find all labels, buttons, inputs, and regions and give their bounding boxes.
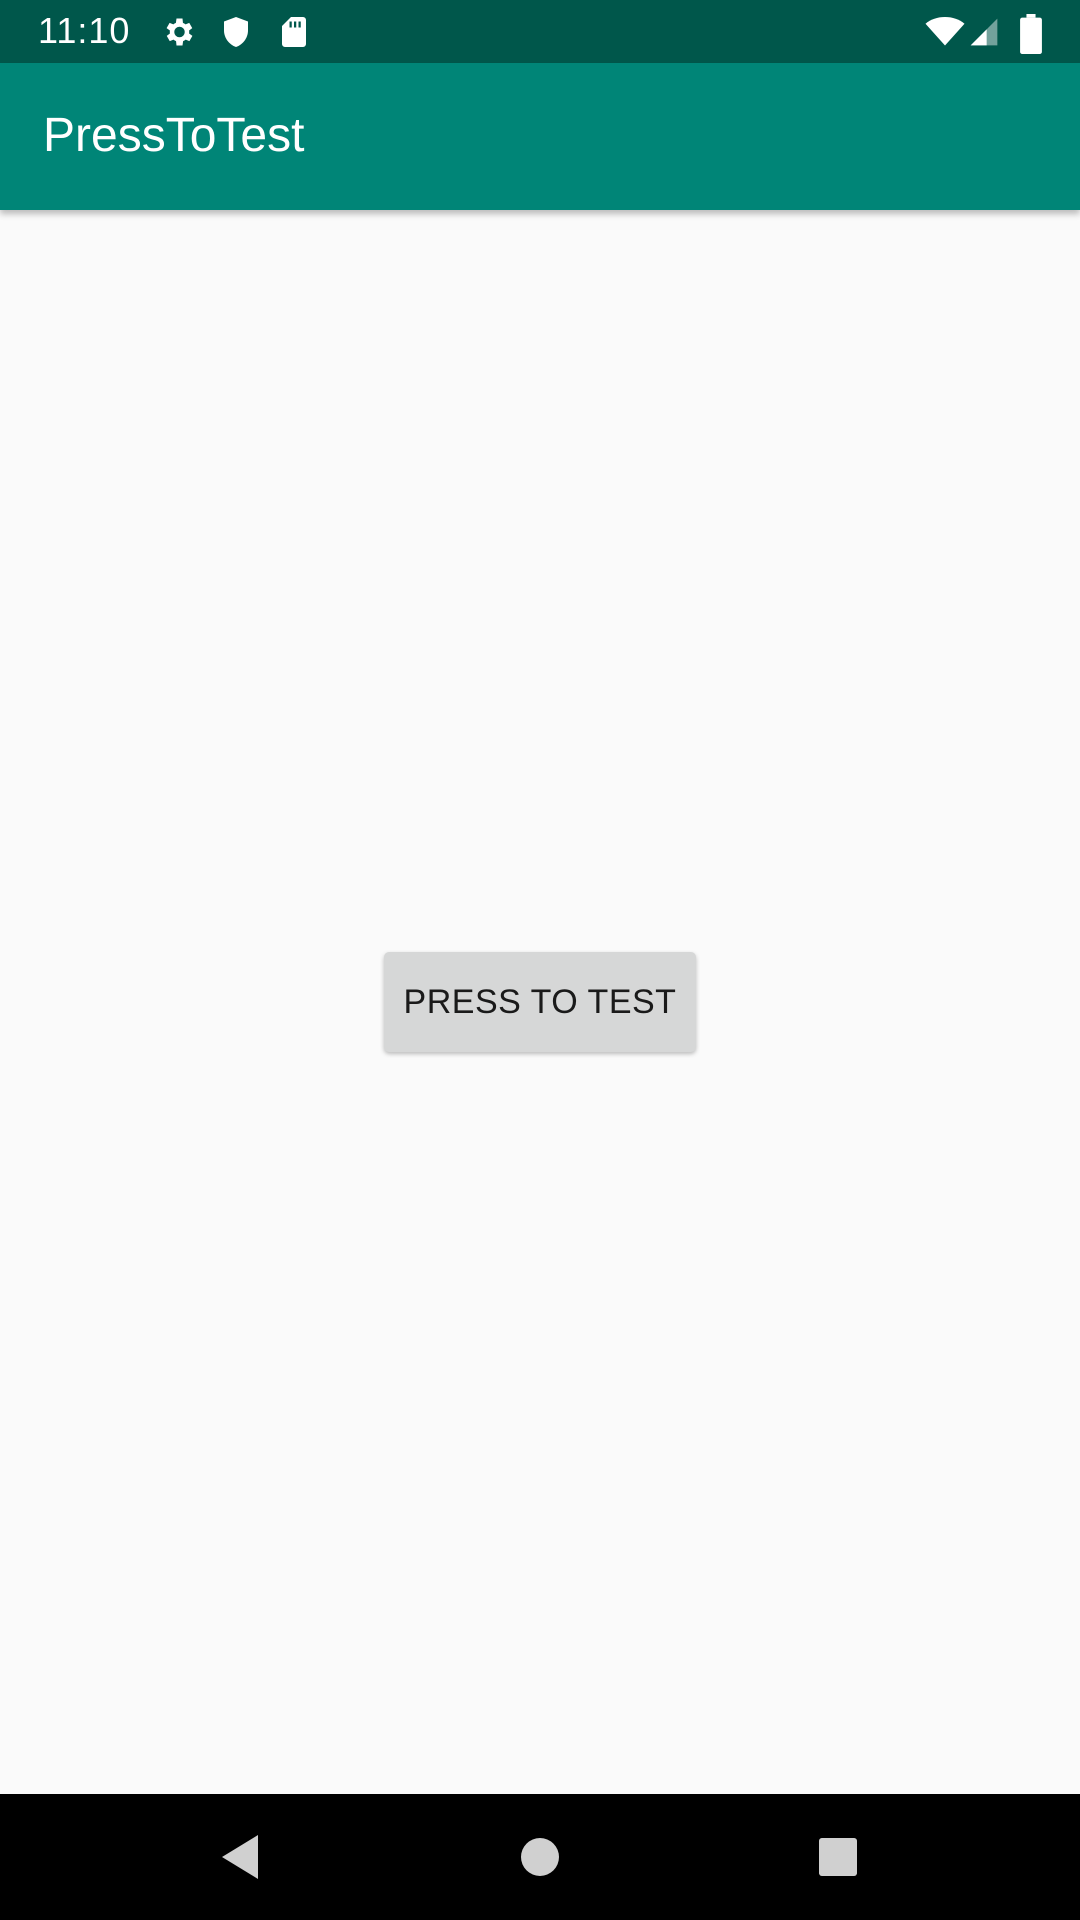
battery-icon (1020, 14, 1042, 54)
navigation-bar (0, 1794, 1080, 1920)
recents-icon[interactable] (808, 1827, 868, 1887)
home-icon[interactable] (510, 1827, 570, 1887)
signal-icon (968, 14, 1000, 50)
wifi-icon (924, 14, 966, 50)
status-time: 11:10 (38, 10, 131, 51)
app-title: PressToTest (43, 109, 305, 162)
gear-icon (160, 14, 196, 50)
press-to-test-button[interactable]: PRESS TO TEST (384, 952, 696, 1052)
status-bar: 11:10 (0, 0, 1080, 63)
back-icon[interactable] (210, 1827, 270, 1887)
main-content: PRESS TO TEST (0, 210, 1080, 1794)
screen: 11:10 PressToTest PRESS TO TEST (0, 0, 1080, 1920)
shield-icon (218, 14, 254, 50)
sd-card-icon (276, 14, 312, 50)
app-bar: PressToTest (0, 63, 1080, 210)
